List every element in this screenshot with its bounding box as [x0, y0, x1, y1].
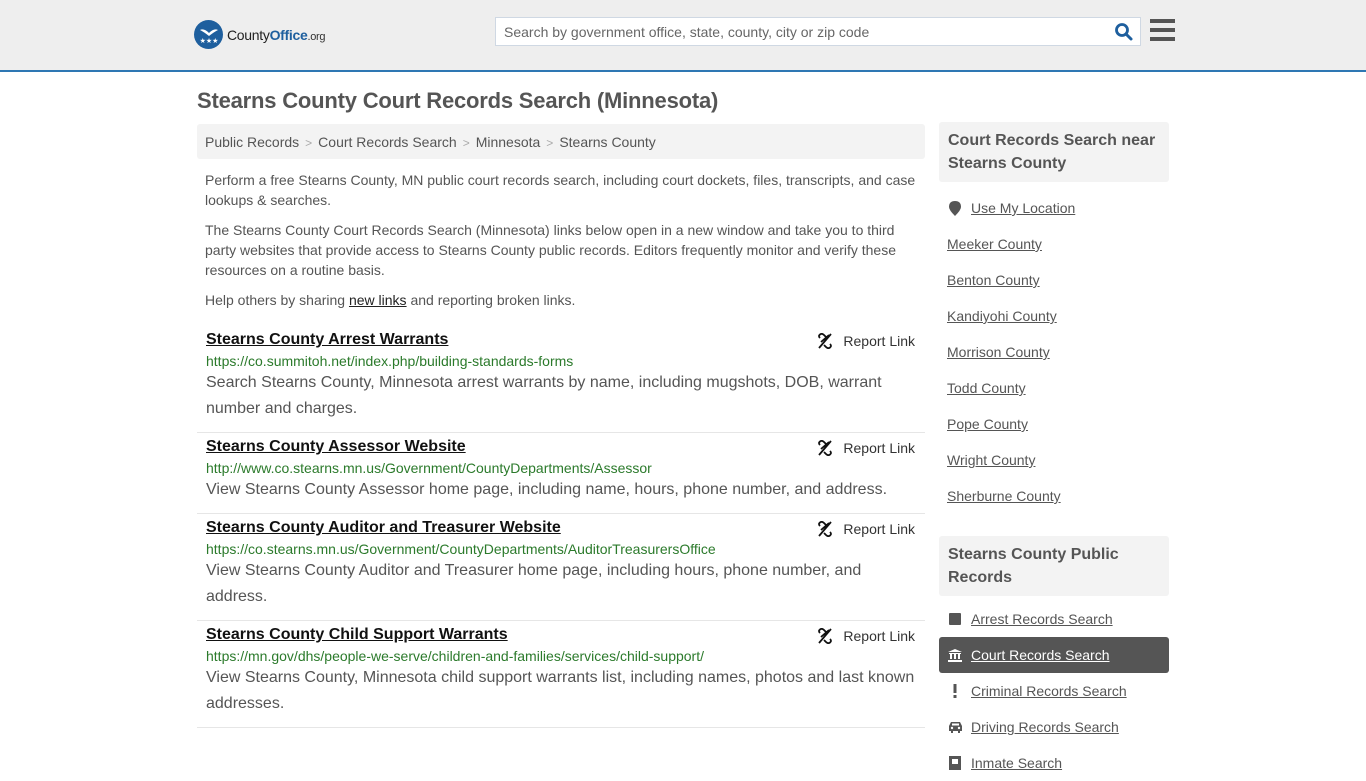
- menu-button[interactable]: [1150, 19, 1175, 43]
- square-icon: [947, 613, 963, 625]
- site-logo[interactable]: ★★★ CountyOffice.org: [194, 20, 326, 49]
- nearby-county-item: Wright County: [939, 442, 1169, 478]
- breadcrumb-separator: >: [546, 136, 554, 150]
- result-url: http://www.co.stearns.mn.us/Government/C…: [206, 460, 652, 476]
- sidebar-item-inmate-search[interactable]: Inmate Search: [939, 745, 1169, 781]
- result-url: https://co.stearns.mn.us/Government/Coun…: [206, 541, 716, 557]
- car-icon: [947, 721, 963, 733]
- search-input[interactable]: [504, 22, 1104, 42]
- result-title-link[interactable]: Stearns County Child Support Warrants: [206, 626, 508, 644]
- hamburger-icon-bar: [1150, 37, 1175, 41]
- result-item: Stearns County Arrest Warrants Report Li…: [197, 326, 925, 433]
- nearby-county-item: Todd County: [939, 370, 1169, 406]
- breadcrumb-court-records-search[interactable]: Court Records Search: [318, 134, 457, 150]
- breadcrumb-public-records[interactable]: Public Records: [205, 134, 299, 150]
- nearby-county-item: Morrison County: [939, 334, 1169, 370]
- nearby-county-item: Sherburne County: [939, 478, 1169, 514]
- intro-paragraph: The Stearns County Court Records Search …: [205, 222, 897, 278]
- intro-paragraph: Perform a free Stearns County, MN public…: [205, 172, 916, 208]
- result-description: View Stearns County, Minnesota child sup…: [206, 669, 915, 712]
- broken-link-icon: [818, 333, 833, 349]
- result-title-link[interactable]: Stearns County Assessor Website: [206, 438, 466, 456]
- courthouse-icon: [947, 648, 963, 662]
- public-records-sidebar: Stearns County Public Records Arrest Rec…: [939, 536, 1169, 781]
- broken-link-icon: [818, 628, 833, 644]
- page-title: Stearns County Court Records Search (Min…: [197, 88, 719, 113]
- logo-text: CountyOffice.org: [227, 26, 326, 43]
- search-box: [495, 17, 1141, 46]
- result-title-link[interactable]: Stearns County Auditor and Treasurer Web…: [206, 519, 561, 537]
- nearby-county-link[interactable]: Kandiyohi County: [947, 308, 1057, 324]
- nearby-county-item: Kandiyohi County: [939, 298, 1169, 334]
- report-link-button[interactable]: Report Link: [817, 440, 915, 456]
- search-button[interactable]: [1114, 22, 1134, 42]
- search-icon: [1115, 23, 1133, 41]
- report-link-button[interactable]: Report Link: [817, 521, 915, 537]
- sidebar-item-criminal-records[interactable]: Criminal Records Search: [939, 673, 1169, 709]
- nearby-county-link[interactable]: Benton County: [947, 272, 1040, 288]
- site-header: ★★★ CountyOffice.org: [0, 0, 1366, 72]
- nearby-sidebar: Court Records Search near Stearns County…: [939, 122, 1169, 514]
- result-description: Search Stearns County, Minnesota arrest …: [206, 374, 882, 417]
- intro-help: Help others by sharing new links and rep…: [205, 292, 576, 308]
- result-url: https://co.summitoh.net/index.php/buildi…: [206, 353, 574, 369]
- nearby-county-link[interactable]: Morrison County: [947, 344, 1050, 360]
- nearby-county-link[interactable]: Sherburne County: [947, 488, 1061, 504]
- breadcrumb-separator: >: [305, 136, 313, 150]
- result-description: View Stearns County Assessor home page, …: [206, 481, 888, 498]
- result-url: https://mn.gov/dhs/people-we-serve/child…: [206, 648, 704, 664]
- broken-link-icon: [818, 521, 833, 537]
- hamburger-icon-bar: [1150, 28, 1175, 32]
- result-description: View Stearns County Auditor and Treasure…: [206, 562, 862, 605]
- svg-text:★★★: ★★★: [199, 37, 218, 45]
- sidebar-item-court-records[interactable]: Court Records Search: [939, 637, 1169, 673]
- nearby-county-item: Meeker County: [939, 226, 1169, 262]
- results-list: Stearns County Arrest Warrants Report Li…: [197, 326, 925, 728]
- breadcrumb-current: Stearns County: [559, 134, 656, 150]
- nearby-county-link[interactable]: Todd County: [947, 380, 1026, 396]
- new-links-link[interactable]: new links: [349, 292, 407, 308]
- intro: Perform a free Stearns County, MN public…: [205, 170, 920, 320]
- result-title-link[interactable]: Stearns County Arrest Warrants: [206, 331, 448, 349]
- nearby-county-link[interactable]: Meeker County: [947, 236, 1042, 252]
- map-pin-icon: [947, 200, 963, 216]
- broken-link-icon: [818, 440, 833, 456]
- sidebar-item-driving-records[interactable]: Driving Records Search: [939, 709, 1169, 745]
- exclamation-icon: [947, 684, 963, 698]
- nearby-county-link[interactable]: Wright County: [947, 452, 1035, 468]
- report-link-button[interactable]: Report Link: [817, 333, 915, 349]
- breadcrumb-minnesota[interactable]: Minnesota: [476, 134, 541, 150]
- nearby-county-item: Pope County: [939, 406, 1169, 442]
- hamburger-icon-bar: [1150, 19, 1175, 23]
- use-my-location-link[interactable]: Use My Location: [971, 200, 1075, 216]
- report-link-button[interactable]: Report Link: [817, 628, 915, 644]
- result-item: Stearns County Assessor Website Report L…: [197, 433, 925, 514]
- eagle-logo-icon: ★★★: [194, 20, 223, 49]
- result-item: Stearns County Child Support Warrants Re…: [197, 621, 925, 728]
- public-records-heading: Stearns County Public Records: [939, 536, 1169, 596]
- breadcrumb-separator: >: [462, 136, 470, 150]
- nearby-county-link[interactable]: Pope County: [947, 416, 1028, 432]
- result-item: Stearns County Auditor and Treasurer Web…: [197, 514, 925, 621]
- nearby-heading: Court Records Search near Stearns County: [939, 122, 1169, 182]
- sidebar-item-arrest-records[interactable]: Arrest Records Search: [939, 601, 1169, 637]
- breadcrumb: Public Records > Court Records Search > Minn…: [197, 124, 925, 159]
- nearby-county-item: Benton County: [939, 262, 1169, 298]
- use-my-location-item[interactable]: Use My Location: [939, 190, 1169, 226]
